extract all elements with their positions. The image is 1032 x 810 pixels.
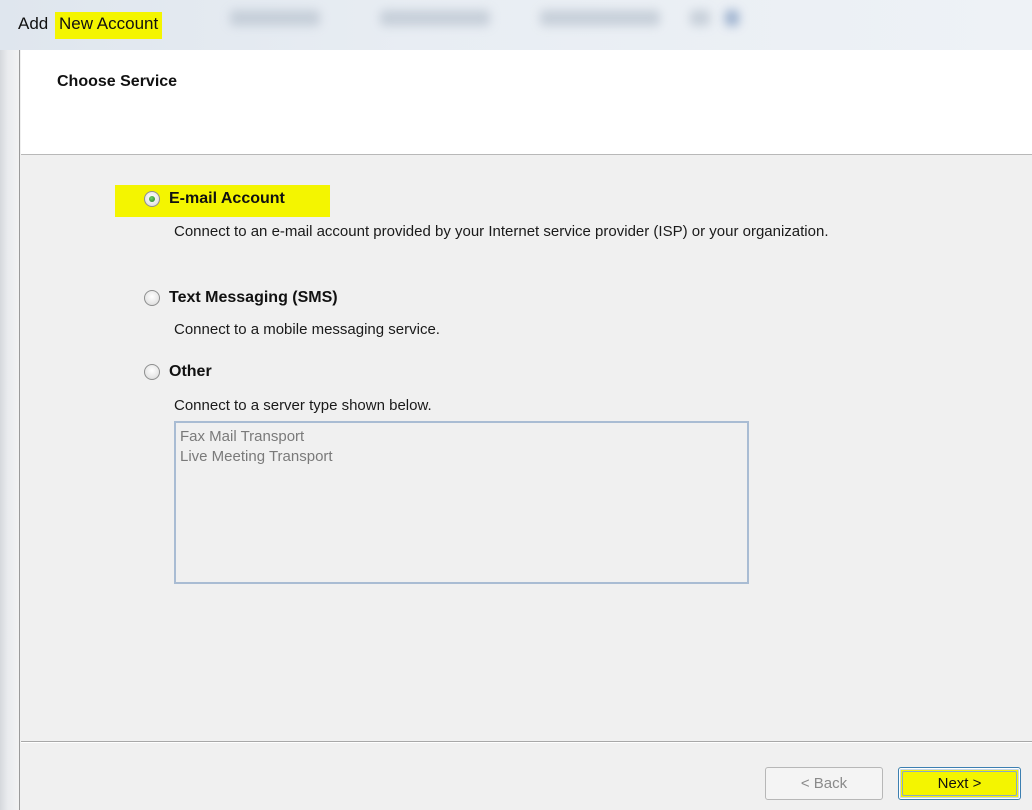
radio-other[interactable] — [144, 364, 160, 380]
option-email-account[interactable]: E-mail Account — [144, 190, 285, 208]
option-other[interactable]: Other — [144, 363, 212, 381]
option-other-label: Other — [169, 363, 212, 380]
list-item[interactable]: Live Meeting Transport — [180, 447, 743, 467]
radio-email-account[interactable] — [144, 191, 160, 207]
list-item[interactable]: Fax Mail Transport — [180, 427, 743, 447]
option-sms-label: Text Messaging (SMS) — [169, 289, 338, 306]
option-email-description: Connect to an e-mail account provided by… — [174, 223, 829, 240]
option-sms-description: Connect to a mobile messaging service. — [174, 321, 440, 338]
wizard-content: E-mail Account Connect to an e-mail acco… — [21, 156, 1032, 741]
left-window-edge — [0, 50, 20, 810]
next-button[interactable]: Next > — [898, 767, 1021, 800]
server-type-listbox[interactable]: Fax Mail Transport Live Meeting Transpor… — [174, 421, 749, 584]
title-highlight: New Account — [54, 12, 163, 39]
option-email-label: E-mail Account — [169, 190, 285, 207]
option-other-description: Connect to a server type shown below. — [174, 397, 432, 414]
option-text-messaging[interactable]: Text Messaging (SMS) — [144, 289, 338, 307]
title-bar: Add New Account — [0, 0, 1032, 50]
page-title: Choose Service — [57, 73, 178, 90]
back-button[interactable]: < Back — [765, 767, 883, 800]
wizard-footer: < Back Next > — [21, 743, 1032, 810]
window-title: Add New Account — [18, 12, 163, 39]
wizard-header: Choose Service — [21, 50, 1032, 155]
radio-text-messaging[interactable] — [144, 290, 160, 306]
